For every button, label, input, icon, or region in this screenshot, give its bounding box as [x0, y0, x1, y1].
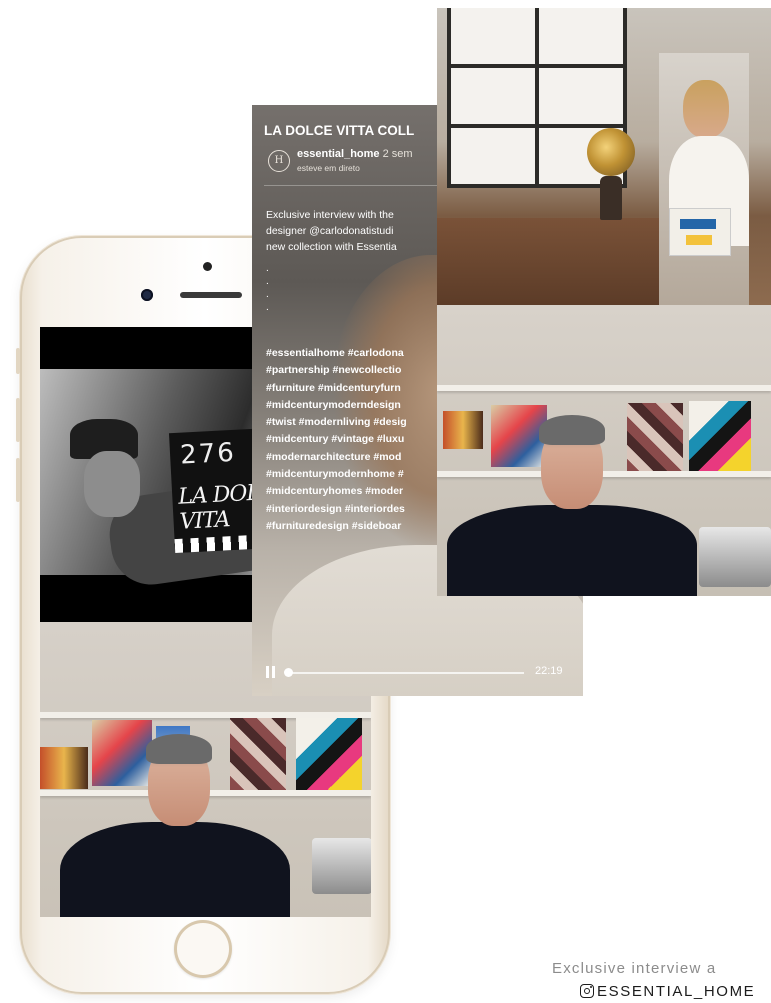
- brass-lamp: [587, 128, 635, 176]
- phone-volume-up: [16, 398, 20, 442]
- proximity-sensor: [203, 262, 212, 271]
- art-print-4: [230, 718, 286, 790]
- hashtag-line[interactable]: #midcenturymodernhome #: [266, 466, 407, 483]
- art-print-3: [627, 403, 683, 473]
- hashtag-line[interactable]: #interiordesign #interiordes: [266, 501, 407, 518]
- glass-partition-pane: [535, 64, 627, 128]
- instagram-icon: [580, 984, 594, 998]
- caption-dot: .: [266, 289, 269, 300]
- video-duration: 22:19: [535, 665, 563, 677]
- wooden-sideboard: [437, 218, 677, 308]
- participant-woman-head: [683, 80, 729, 138]
- art-print-1: [443, 411, 483, 449]
- hashtag-list: #essentialhome #carlodona #partnership #…: [266, 345, 407, 535]
- progress-track[interactable]: [288, 672, 524, 674]
- main-participant-room: [437, 305, 771, 596]
- hashtag-line[interactable]: #twist #modernliving #desig: [266, 414, 407, 431]
- glass-partition-pane: [447, 64, 539, 128]
- glass-partition-pane: [535, 8, 627, 68]
- phone-volume-down: [16, 458, 20, 502]
- glass-partition-pane: [447, 8, 539, 68]
- pause-icon[interactable]: [266, 666, 276, 678]
- caption-dot: .: [266, 276, 269, 287]
- glass-partition-pane: [447, 124, 539, 188]
- hashtag-line[interactable]: #midcentury #vintage #luxu: [266, 431, 407, 448]
- phone-home-button[interactable]: [174, 920, 232, 978]
- metal-sculpture: [312, 838, 371, 894]
- hashtag-line[interactable]: #modernarchitecture #mod: [266, 449, 407, 466]
- account-username[interactable]: essential_home 2 sem: [297, 148, 413, 160]
- post-age: 2 sem: [382, 148, 413, 160]
- interviewee-hair: [146, 734, 212, 764]
- earpiece-speaker: [180, 292, 242, 298]
- interview-caption: Exclusive interview a: [552, 960, 717, 977]
- art-print-4: [689, 401, 751, 471]
- scrubber-handle[interactable]: [284, 668, 293, 677]
- interviewee-body: [60, 822, 290, 917]
- art-shelf-top: [437, 385, 771, 391]
- instagram-handle[interactable]: ESSENTIAL_HOME: [580, 983, 755, 1000]
- hashtag-line[interactable]: #partnership #newcollectio: [266, 362, 407, 379]
- caption-dots: . . . .: [266, 262, 269, 314]
- front-camera-icon: [141, 289, 153, 301]
- caption-dot: .: [266, 263, 269, 274]
- art-shelf-bottom: [437, 471, 771, 477]
- hashtag-line[interactable]: #furnituredesign #sideboar: [266, 518, 407, 535]
- caption-dot: .: [266, 302, 269, 313]
- hashtag-line[interactable]: #furniture #midcenturyfurn: [266, 380, 407, 397]
- hashtag-line[interactable]: #midcenturymoderndesign: [266, 397, 407, 414]
- handle-text[interactable]: ESSENTIAL_HOME: [597, 983, 755, 1000]
- art-print-5: [296, 718, 362, 790]
- interviewee-body: [447, 505, 697, 596]
- video-call-screenshot[interactable]: [437, 8, 771, 596]
- remote-participant-room: [437, 8, 771, 308]
- art-print-1: [40, 747, 88, 789]
- hashtag-line[interactable]: #essentialhome #carlodona: [266, 345, 407, 362]
- metal-sculpture: [699, 527, 771, 587]
- phone-mute-switch: [16, 348, 20, 374]
- playback-controls: 22:19: [252, 660, 583, 684]
- film-actor-face: [84, 451, 140, 517]
- clapper-number: 276: [179, 437, 237, 471]
- username-text[interactable]: essential_home: [297, 148, 380, 160]
- patterned-cushion: [669, 208, 731, 256]
- account-avatar[interactable]: H: [268, 150, 290, 172]
- story-title: LA DOLCE VITTA COLL: [264, 123, 415, 138]
- art-print-2: [92, 720, 152, 786]
- live-status-text: esteve em direto: [297, 163, 360, 173]
- interviewee-hair: [539, 415, 605, 445]
- lamp-base: [600, 176, 622, 220]
- hashtag-line[interactable]: #midcenturyhomes #moder: [266, 483, 407, 500]
